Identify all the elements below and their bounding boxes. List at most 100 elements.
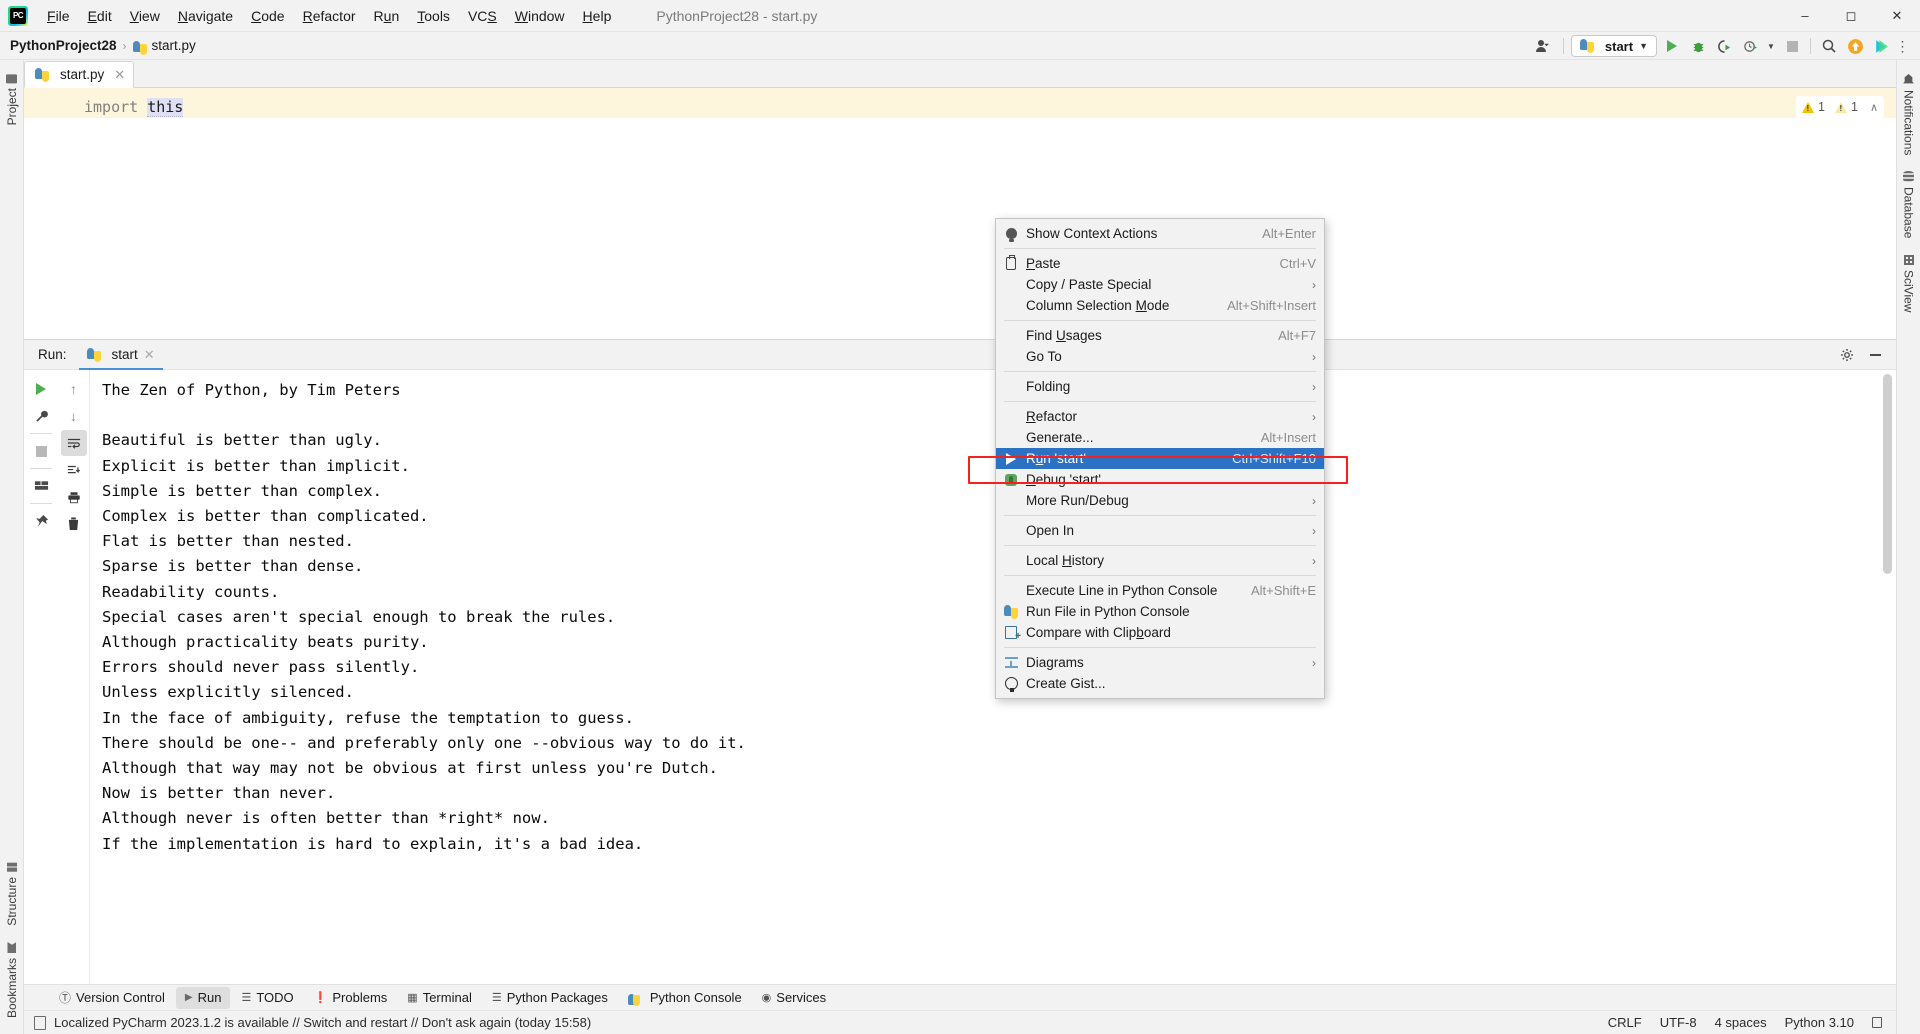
- layout-icon[interactable]: [28, 473, 54, 499]
- context-menu-item-run-file-in-python-console[interactable]: Run File in Python Console: [996, 601, 1324, 622]
- context-menu-item-go-to[interactable]: Go To ›: [996, 346, 1324, 367]
- context-menu-item-show-context-actions[interactable]: Show Context Actions Alt+Enter: [996, 223, 1324, 244]
- notification-doc-icon[interactable]: [34, 1015, 46, 1030]
- menu-item-edit[interactable]: Edit: [79, 4, 121, 28]
- update-available-icon[interactable]: [1844, 35, 1866, 57]
- editor-context-menu[interactable]: Show Context Actions Alt+Enter Paste Ctrl+V…: [995, 218, 1325, 699]
- encoding[interactable]: UTF-8: [1660, 1015, 1697, 1030]
- status-message[interactable]: Localized PyCharm 2023.1.2 is available …: [54, 1015, 591, 1030]
- more-options-icon[interactable]: ⋮: [1896, 35, 1910, 57]
- run-window-header: Run: start ✕: [24, 340, 1896, 370]
- sidebar-item-project[interactable]: Project: [5, 66, 19, 133]
- context-menu-item-execute-line-in-python-console[interactable]: Execute Line in Python Console Alt+Shift+…: [996, 580, 1324, 601]
- context-menu-item-more-run-debug[interactable]: More Run/Debug ›: [996, 490, 1324, 511]
- maximize-button[interactable]: ◻: [1828, 0, 1874, 32]
- bottom-tab-python-packages[interactable]: ☰ Python Packages: [483, 987, 617, 1009]
- close-icon[interactable]: ✕: [144, 347, 155, 363]
- menu-item-view[interactable]: View: [121, 4, 169, 28]
- menu-bar[interactable]: File Edit View Navigate Code Refactor Ru…: [38, 0, 620, 32]
- ide-services-icon[interactable]: [1870, 35, 1892, 57]
- context-menu-item-refactor[interactable]: Refactor ›: [996, 406, 1324, 427]
- run-tab-start[interactable]: start ✕: [78, 341, 163, 370]
- print-icon[interactable]: [61, 484, 87, 510]
- bottom-tab-services[interactable]: ◉ Services: [753, 987, 835, 1009]
- sidebar-item-structure[interactable]: Structure: [5, 855, 19, 934]
- code-area[interactable]: import this: [84, 88, 1896, 339]
- minimize-button[interactable]: –: [1782, 0, 1828, 32]
- sidebar-item-sciview[interactable]: SciView: [1902, 247, 1916, 320]
- close-icon[interactable]: ✕: [114, 67, 125, 83]
- context-menu-item-copy-paste-special[interactable]: Copy / Paste Special ›: [996, 274, 1324, 295]
- context-menu-item-generate[interactable]: Generate... Alt+Insert: [996, 427, 1324, 448]
- breadcrumb-project[interactable]: PythonProject28: [10, 38, 117, 53]
- console-scrollbar[interactable]: [1882, 370, 1894, 984]
- code-editor[interactable]: 1 import this 1 1 ∧: [24, 88, 1896, 339]
- soft-wrap-icon[interactable]: [60, 430, 87, 456]
- breadcrumb-separator: ›: [122, 38, 127, 53]
- stop-icon[interactable]: [28, 438, 54, 464]
- context-menu-item-find-usages[interactable]: Find Usages Alt+F7: [996, 325, 1324, 346]
- context-menu-item-debug-start[interactable]: Debug 'start': [996, 469, 1324, 490]
- context-menu-item-compare-with-clipboard[interactable]: Compare with Clipboard: [996, 622, 1324, 643]
- scrollbar-thumb[interactable]: [1883, 374, 1892, 574]
- menu-item-run[interactable]: Run: [365, 4, 409, 28]
- console-output[interactable]: The Zen of Python, by Tim Peters Beautif…: [90, 370, 1896, 984]
- trash-icon[interactable]: [61, 511, 87, 537]
- pin-icon[interactable]: [28, 508, 54, 534]
- menu-item-window[interactable]: Window: [506, 4, 574, 28]
- inspection-widget[interactable]: 1 1 ∧: [1796, 96, 1884, 118]
- window-controls[interactable]: – ◻ ✕: [1782, 0, 1920, 32]
- profile-icon[interactable]: [1739, 35, 1761, 57]
- context-menu-item-run-start[interactable]: Run 'start' Ctrl+Shift+F10: [996, 448, 1324, 469]
- run-with-coverage-icon[interactable]: [1713, 35, 1735, 57]
- wrench-icon[interactable]: [28, 403, 54, 429]
- bottom-tab-todo[interactable]: ☰ TODO: [232, 987, 302, 1009]
- scroll-to-end-icon[interactable]: [61, 457, 87, 483]
- bottom-tab-python-console[interactable]: Python Console: [619, 987, 751, 1009]
- sidebar-item-bookmarks[interactable]: Bookmarks: [5, 934, 19, 1026]
- menu-item-code[interactable]: Code: [242, 4, 293, 28]
- database-label: Database: [1901, 187, 1916, 239]
- run-icon[interactable]: [1661, 35, 1683, 57]
- up-arrow-icon[interactable]: ↑: [61, 376, 87, 402]
- lock-icon[interactable]: [1872, 1017, 1882, 1028]
- settings-gear-icon[interactable]: [1834, 342, 1860, 368]
- minimize-icon[interactable]: [1862, 342, 1888, 368]
- sidebar-item-notifications[interactable]: Notifications: [1902, 66, 1916, 163]
- context-menu-item-shortcut: Alt+Enter: [1262, 226, 1316, 241]
- profile-dropdown-icon[interactable]: ▼: [1765, 35, 1777, 57]
- stop-icon[interactable]: [1781, 35, 1803, 57]
- bottom-tab-version-control[interactable]: Ⓣ Version Control: [50, 987, 174, 1009]
- breadcrumb-file[interactable]: start.py: [152, 38, 196, 53]
- editor-tab-start-py[interactable]: start.py ✕: [24, 61, 135, 88]
- context-menu-item-open-in[interactable]: Open In ›: [996, 520, 1324, 541]
- close-button[interactable]: ✕: [1874, 0, 1920, 32]
- menu-item-tools[interactable]: Tools: [408, 4, 459, 28]
- sidebar-item-database[interactable]: Database: [1902, 163, 1916, 246]
- context-menu-item-create-gist[interactable]: Create Gist...: [996, 673, 1324, 694]
- indent[interactable]: 4 spaces: [1715, 1015, 1767, 1030]
- line-separator[interactable]: CRLF: [1608, 1015, 1642, 1030]
- interpreter[interactable]: Python 3.10: [1785, 1015, 1854, 1030]
- user-avatar-icon[interactable]: [1534, 35, 1556, 57]
- bottom-tab-terminal[interactable]: ▦ Terminal: [398, 987, 481, 1009]
- chevron-up-icon[interactable]: ∧: [1870, 101, 1878, 114]
- context-menu-item-column-selection-mode[interactable]: Column Selection Mode Alt+Shift+Insert: [996, 295, 1324, 316]
- context-menu-item-label: Folding: [1026, 379, 1071, 394]
- context-menu-item-diagrams[interactable]: Diagrams ›: [996, 652, 1324, 673]
- menu-item-vcs[interactable]: VCS: [459, 4, 506, 28]
- menu-item-navigate[interactable]: Navigate: [169, 4, 242, 28]
- rerun-icon[interactable]: [28, 376, 54, 402]
- menu-item-refactor[interactable]: Refactor: [294, 4, 365, 28]
- search-icon[interactable]: [1818, 35, 1840, 57]
- debug-icon[interactable]: [1687, 35, 1709, 57]
- menu-item-file[interactable]: File: [38, 4, 79, 28]
- context-menu-item-paste[interactable]: Paste Ctrl+V: [996, 253, 1324, 274]
- context-menu-item-folding[interactable]: Folding ›: [996, 376, 1324, 397]
- run-configuration-selector[interactable]: start ▼: [1570, 35, 1657, 57]
- menu-item-help[interactable]: Help: [574, 4, 621, 28]
- down-arrow-icon[interactable]: ↓: [61, 403, 87, 429]
- bottom-tab-problems[interactable]: ❗ Problems: [305, 987, 397, 1009]
- bottom-tab-run[interactable]: ▶ Run: [175, 986, 231, 1009]
- context-menu-item-local-history[interactable]: Local History ›: [996, 550, 1324, 571]
